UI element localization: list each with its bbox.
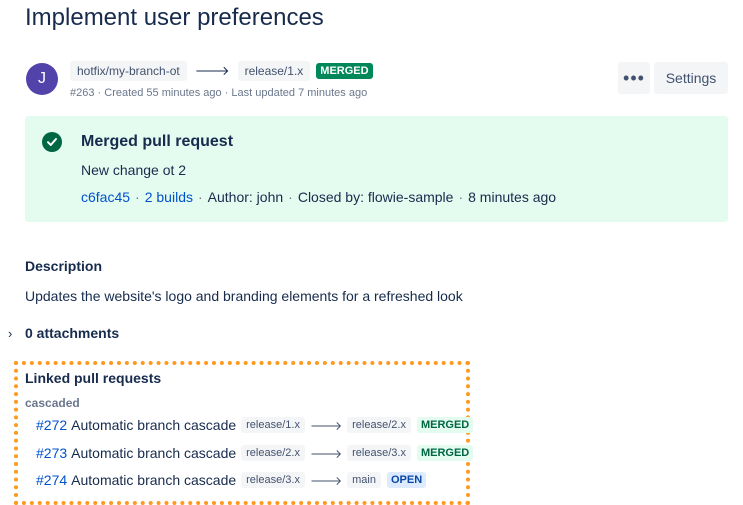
separator: ·	[288, 189, 293, 205]
description-heading: Description	[25, 258, 103, 274]
page-title: Implement user preferences	[25, 4, 324, 31]
arrow-right-icon: 🡒	[309, 446, 343, 461]
builds-link[interactable]: 2 builds	[145, 189, 193, 205]
closed-by-text: Closed by: flowie-sample	[297, 189, 454, 205]
pr-link[interactable]: #272	[36, 417, 67, 433]
source-branch[interactable]: hotfix/my-branch-ot	[70, 61, 187, 81]
separator: ·	[135, 189, 140, 205]
arrow-right-icon: 🡒	[194, 63, 230, 78]
linked-pr-row: #272 Automatic branch cascade release/1.…	[36, 417, 474, 433]
status-badge: MERGED	[416, 445, 474, 461]
separator: ·	[197, 189, 203, 205]
attachments-toggle[interactable]: › 0 attachments	[8, 325, 119, 341]
pr-meta: #263 · Created 55 minutes ago · Last upd…	[70, 87, 368, 99]
status-badge: OPEN	[386, 472, 427, 488]
to-branch: main	[347, 472, 381, 488]
linked-group-label: cascaded	[25, 396, 80, 410]
linked-pr-row: #273 Automatic branch cascade release/2.…	[36, 445, 474, 461]
pr-name: Automatic branch cascade	[71, 472, 237, 488]
from-branch: release/1.x	[241, 417, 305, 433]
chevron-right-icon: ›	[8, 325, 13, 341]
pr-name: Automatic branch cascade	[71, 445, 237, 461]
to-branch: release/3.x	[347, 445, 411, 461]
pr-link[interactable]: #274	[36, 472, 67, 488]
commit-link[interactable]: c6fac45	[81, 189, 130, 205]
status-badge: MERGED	[316, 63, 373, 79]
arrow-right-icon: 🡒	[309, 473, 343, 488]
linked-pr-row: #274 Automatic branch cascade release/3.…	[36, 472, 427, 488]
merged-panel: Merged pull request New change ot 2 c6fa…	[25, 116, 728, 222]
from-branch: release/2.x	[241, 445, 305, 461]
status-badge: MERGED	[416, 417, 474, 433]
closed-time: 8 minutes ago	[468, 189, 557, 205]
branch-row: hotfix/my-branch-ot 🡒 release/1.x MERGED	[70, 61, 373, 81]
from-branch: release/3.x	[241, 472, 305, 488]
merged-meta: c6fac45 · 2 builds · Author: john · Closed by:…	[81, 189, 556, 205]
attachments-label: 0 attachments	[25, 325, 120, 341]
pr-name: Automatic branch cascade	[71, 417, 237, 433]
arrow-right-icon: 🡒	[309, 418, 343, 433]
to-branch: release/2.x	[347, 417, 411, 433]
linked-heading: Linked pull requests	[25, 370, 162, 386]
avatar[interactable]: J	[26, 63, 58, 95]
target-branch[interactable]: release/1.x	[237, 61, 311, 81]
separator: ·	[458, 189, 464, 205]
merged-title: Merged pull request	[81, 133, 234, 150]
merged-subtitle: New change ot 2	[81, 162, 187, 178]
pr-link[interactable]: #273	[36, 445, 67, 461]
description-text: Updates the website's logo and branding …	[25, 288, 463, 304]
settings-button[interactable]: Settings	[654, 62, 728, 94]
check-circle-icon	[42, 132, 62, 152]
more-actions-button[interactable]: •••	[618, 62, 650, 94]
author-text: Author: john	[207, 189, 284, 205]
